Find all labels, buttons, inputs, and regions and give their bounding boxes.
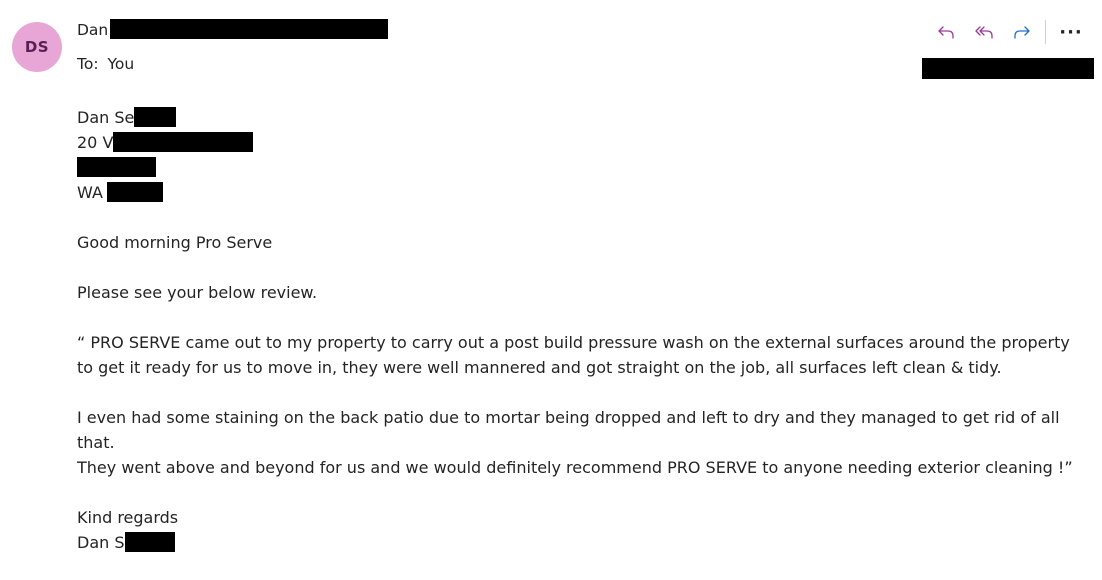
review-line: They went above and beyond for us and we… [77,458,1073,477]
review-line: I even had some staining on the back pat… [77,408,1060,427]
redacted-street [113,132,254,152]
review-line: to get it ready for us to move in, they … [77,358,1002,377]
reply-all-button[interactable] [965,18,1003,46]
more-actions-button[interactable]: ··· [1052,18,1090,46]
closing-text: Kind regards [77,508,179,527]
redacted-suburb [77,157,156,177]
toolbar-divider [1045,20,1046,44]
redacted-signature [124,532,175,552]
recipient-line: To: You [77,54,134,74]
sign-off: Kind regards Dan S [77,505,1087,555]
more-icon: ··· [1059,21,1083,43]
message-toolbar: ··· [927,18,1090,46]
redacted-surname [134,107,177,127]
reply-icon [938,26,954,39]
forward-button[interactable] [1003,18,1041,46]
greeting: Good morning Pro Serve [77,233,273,252]
address-street: 20 V [77,133,114,152]
review-line: that. [77,433,115,452]
signature-name: Dan S [77,533,125,552]
redacted-date [922,58,1094,79]
to-value[interactable]: You [107,55,134,73]
sender-avatar[interactable]: DS [12,22,62,72]
address-block: Dan Se 20 V WA [77,105,1087,205]
reply-all-icon [975,26,993,39]
redacted-postcode [106,182,163,202]
signature-line: Dan S [77,530,1087,555]
forward-icon [1014,26,1030,39]
review-line: “ PRO SERVE came out to my property to c… [77,333,1070,352]
address-name: Dan Se [77,108,135,127]
intro-text: Please see your below review. [77,283,318,302]
avatar-initials: DS [24,38,50,56]
redacted-sender-email [110,19,388,39]
to-label: To: [77,55,99,73]
reply-button[interactable] [927,18,965,46]
address-state: WA [77,183,103,202]
review-paragraph-2: I even had some staining on the back pat… [77,405,1087,480]
address-name-line: Dan Se [77,105,1087,130]
address-street-line: 20 V [77,130,1087,155]
message-body: Dan Se 20 V WA Good morning Pro Serve Pl… [77,105,1087,580]
address-state-line: WA [77,180,1087,205]
review-paragraph-1: “ PRO SERVE came out to my property to c… [77,330,1087,380]
address-suburb-line [77,155,1087,180]
